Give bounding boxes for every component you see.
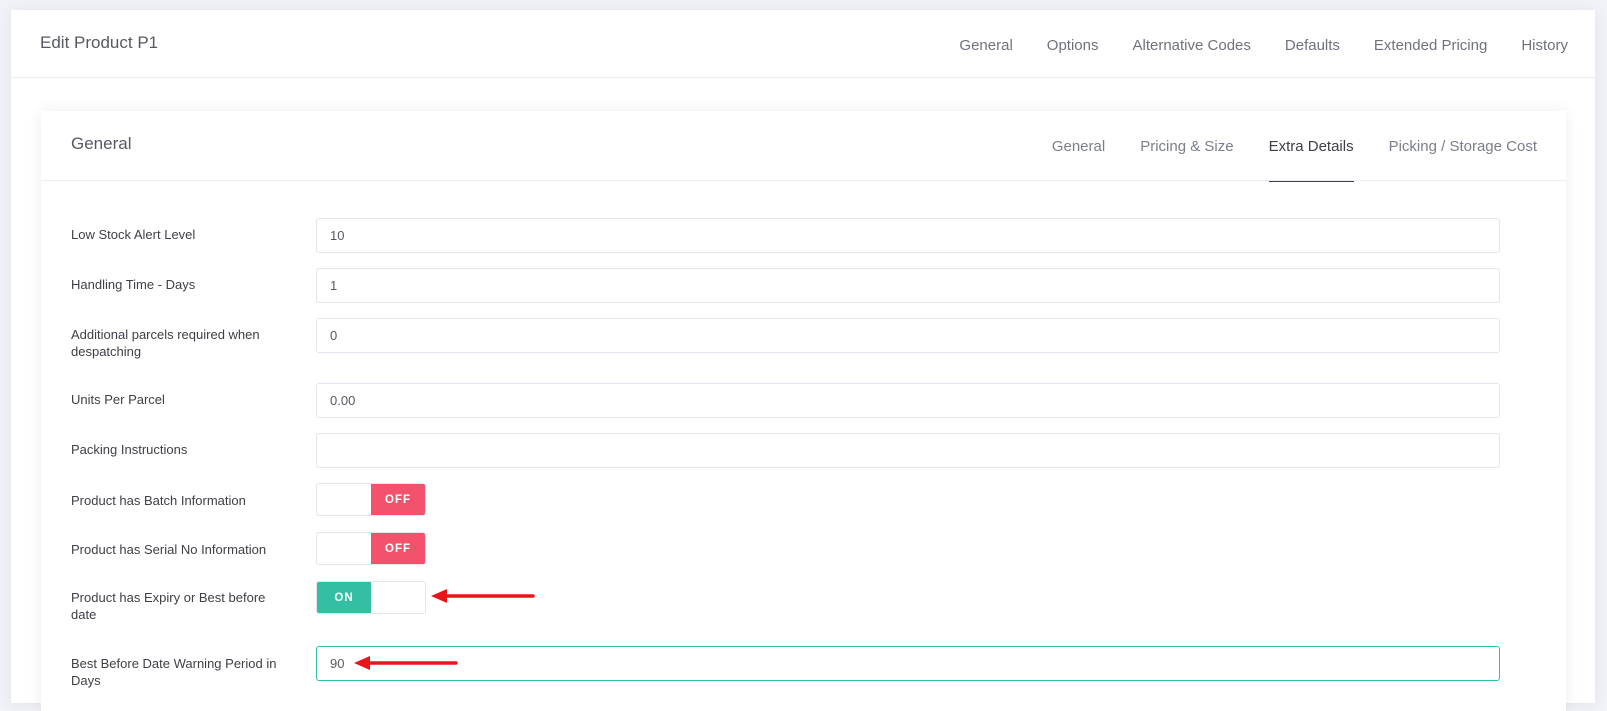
packing-instructions-label: Packing Instructions — [71, 442, 188, 457]
section-tabs: General Pricing & Size Extra Details Pic… — [1017, 111, 1537, 182]
serial-info-toggle[interactable]: OFF — [316, 532, 426, 565]
batch-info-label: Product has Batch Information — [71, 493, 246, 508]
best-before-warning-input[interactable]: 90 — [316, 646, 1500, 681]
main-tabs: General Options Alternative Codes Defaul… — [925, 37, 1568, 54]
red-arrow-left-icon — [431, 589, 535, 603]
subtab-general[interactable]: General — [1052, 111, 1105, 181]
serial-info-label: Product has Serial No Information — [71, 542, 267, 557]
subtab-extra-details[interactable]: Extra Details — [1268, 111, 1354, 182]
packing-instructions-input[interactable] — [316, 433, 1500, 468]
batch-info-toggle[interactable]: OFF — [316, 483, 426, 516]
subtab-picking-storage-cost[interactable]: Picking / Storage Cost — [1389, 111, 1537, 181]
units-per-parcel-input[interactable]: 0.00 — [316, 383, 1500, 418]
expiry-info-toggle[interactable]: ON — [316, 581, 426, 614]
general-section-card: General General Pricing & Size Extra Det… — [41, 111, 1566, 711]
expiry-info-label: Product has Expiry or Best before date — [71, 590, 266, 622]
subtab-pricing-size[interactable]: Pricing & Size — [1140, 111, 1233, 181]
low-stock-input[interactable]: 10 — [316, 218, 1500, 253]
page-title: Edit Product P1 — [40, 33, 159, 52]
handling-time-label: Handling Time - Days — [71, 277, 196, 292]
section-header: General General Pricing & Size Extra Det… — [41, 111, 1566, 182]
toggle-off-state: OFF — [371, 484, 425, 515]
tab-extended-pricing[interactable]: Extended Pricing — [1374, 37, 1487, 54]
toggle-blank — [371, 582, 425, 613]
tab-alternative-codes[interactable]: Alternative Codes — [1132, 37, 1250, 54]
panel-header: Edit Product P1 General Options Alternat… — [11, 10, 1595, 78]
tab-defaults[interactable]: Defaults — [1285, 37, 1340, 54]
additional-parcels-input[interactable]: 0 — [316, 318, 1500, 353]
toggle-blank — [317, 533, 371, 564]
additional-parcels-label: Additional parcels required when despatc… — [71, 327, 260, 359]
section-title: General — [71, 134, 132, 153]
low-stock-label: Low Stock Alert Level — [71, 227, 196, 242]
units-per-parcel-label: Units Per Parcel — [71, 392, 165, 407]
handling-time-input[interactable]: 1 — [316, 268, 1500, 303]
edit-product-panel: Edit Product P1 General Options Alternat… — [11, 10, 1595, 711]
best-before-warning-label: Best Before Date Warning Period in Days — [71, 656, 277, 688]
toggle-on-state: ON — [317, 582, 371, 613]
tab-general[interactable]: General — [959, 37, 1012, 54]
red-arrow-left-icon — [354, 656, 458, 670]
toggle-off-state: OFF — [371, 533, 425, 564]
tab-options[interactable]: Options — [1047, 37, 1099, 54]
toggle-blank — [317, 484, 371, 515]
tab-history[interactable]: History — [1521, 37, 1568, 54]
